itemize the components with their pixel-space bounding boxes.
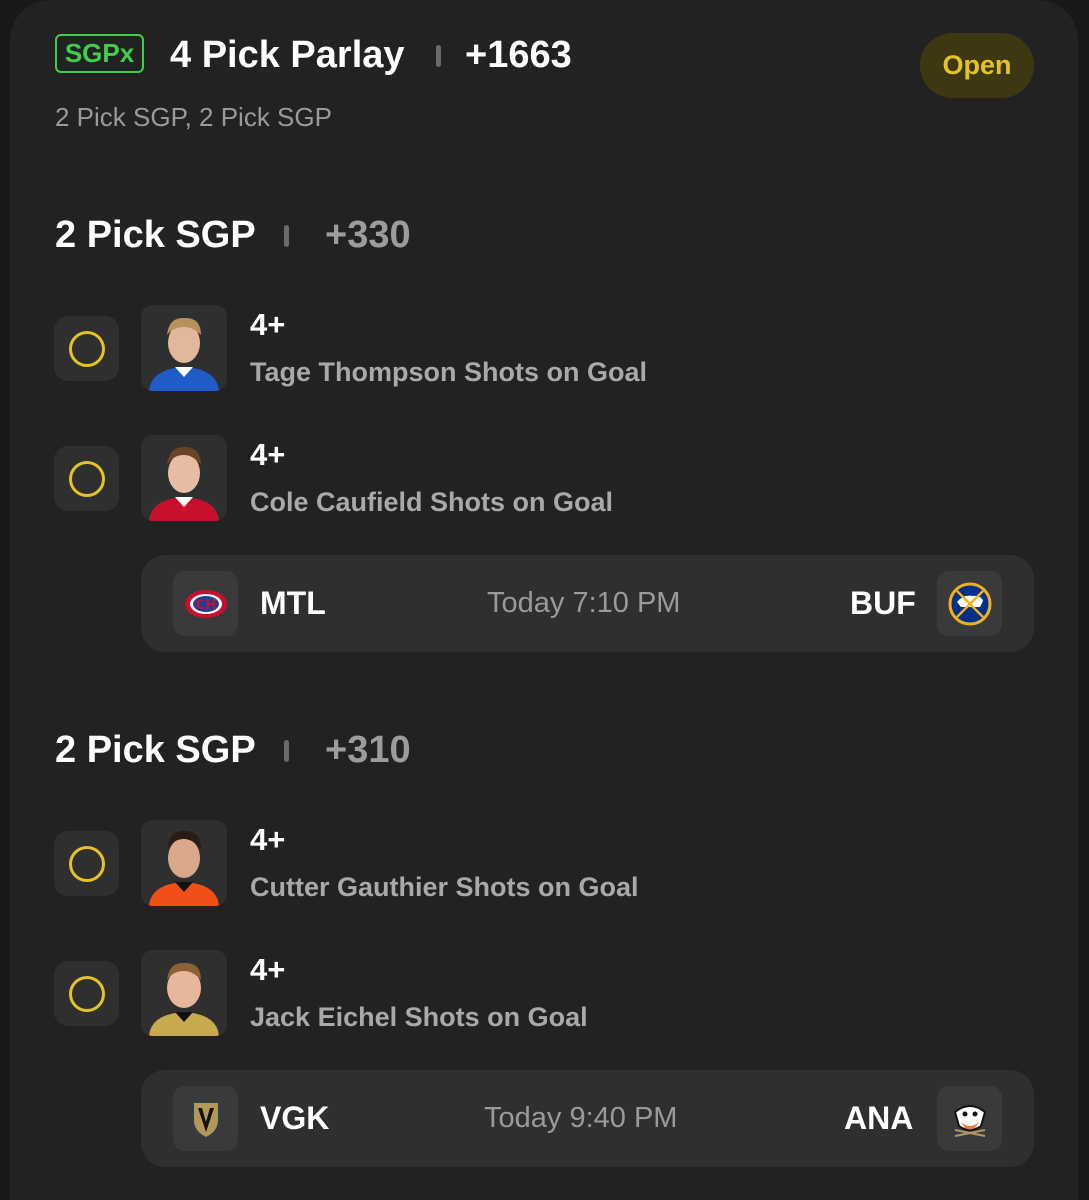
pending-circle-icon: [68, 460, 105, 497]
golden-knights-logo-icon: [173, 1086, 238, 1151]
pick-status-checkbox[interactable]: [54, 961, 119, 1026]
player-avatar: [141, 435, 227, 521]
game-matchup-bar[interactable]: VGK Today 9:40 PM ANA: [141, 1070, 1034, 1167]
player-avatar: [141, 820, 227, 906]
player-headshot-icon: [141, 950, 227, 1036]
title-divider: [436, 45, 441, 67]
sabres-logo-icon: [937, 571, 1002, 636]
pick-value: 4+: [250, 307, 286, 342]
player-headshot-icon: [141, 305, 227, 391]
pending-circle-icon: [68, 845, 105, 882]
parlay-card[interactable]: SGPx 4 Pick Parlay +1663 Open 2 Pick SGP…: [10, 0, 1078, 1200]
ducks-logo-icon: [937, 1086, 1002, 1151]
away-team: MTL: [260, 585, 326, 621]
pick-value: 4+: [250, 952, 286, 987]
pick-description: Tage Thompson Shots on Goal: [250, 357, 647, 387]
game-time: Today 7:10 PM: [487, 587, 681, 619]
away-team: VGK: [260, 1100, 330, 1136]
player-avatar: [141, 305, 227, 391]
group-odds: +310: [325, 729, 411, 771]
game-matchup-bar[interactable]: CH MTL Today 7:10 PM BUF: [141, 555, 1034, 652]
pick-status-checkbox[interactable]: [54, 446, 119, 511]
parlay-odds: +1663: [465, 34, 572, 76]
svg-text:CH: CH: [195, 598, 215, 613]
pending-circle-icon: [68, 975, 105, 1012]
pick-value: 4+: [250, 822, 286, 857]
pick-description: Cole Caufield Shots on Goal: [250, 487, 614, 517]
pick-status-checkbox[interactable]: [54, 316, 119, 381]
pick-description: Cutter Gauthier Shots on Goal: [250, 872, 639, 902]
group-title: 2 Pick SGP: [55, 729, 256, 771]
game-time: Today 9:40 PM: [484, 1102, 678, 1134]
home-team: ANA: [844, 1100, 914, 1136]
group-divider: [284, 740, 289, 762]
player-headshot-icon: [141, 820, 227, 906]
parlay-subtitle: 2 Pick SGP, 2 Pick SGP: [55, 102, 332, 132]
home-team: BUF: [850, 585, 916, 621]
player-avatar: [141, 950, 227, 1036]
canadiens-logo-icon: CH: [173, 571, 238, 636]
pick-value: 4+: [250, 437, 286, 472]
group-odds: +330: [325, 214, 411, 256]
pick-description: Jack Eichel Shots on Goal: [250, 1002, 588, 1032]
group-title: 2 Pick SGP: [55, 214, 256, 256]
pending-circle-icon: [68, 330, 105, 367]
sgpx-badge: SGPx: [55, 34, 144, 73]
group-divider: [284, 225, 289, 247]
parlay-title: 4 Pick Parlay: [170, 34, 405, 76]
pick-status-checkbox[interactable]: [54, 831, 119, 896]
player-headshot-icon: [141, 435, 227, 521]
status-badge[interactable]: Open: [920, 33, 1034, 98]
